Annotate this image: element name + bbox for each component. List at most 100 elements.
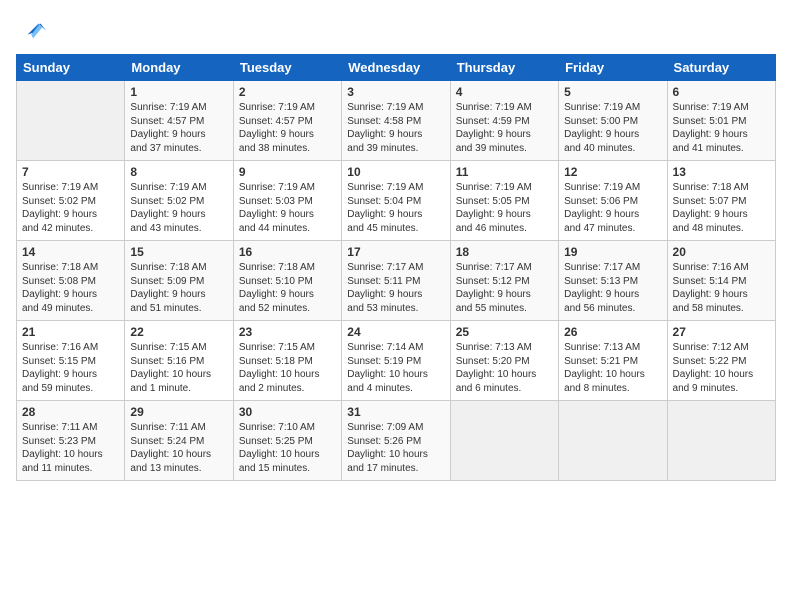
- day-info: Sunrise: 7:19 AM Sunset: 5:01 PM Dayligh…: [673, 101, 770, 155]
- day-number: 19: [564, 245, 661, 259]
- day-cell: 10Sunrise: 7:19 AM Sunset: 5:04 PM Dayli…: [342, 161, 450, 241]
- day-info: Sunrise: 7:10 AM Sunset: 5:25 PM Dayligh…: [239, 421, 336, 475]
- logo-icon: [20, 16, 48, 44]
- page-container: SundayMondayTuesdayWednesdayThursdayFrid…: [0, 0, 792, 489]
- day-number: 6: [673, 85, 770, 99]
- day-number: 8: [130, 165, 227, 179]
- day-cell: 6 Sunrise: 7:19 AM Sunset: 5:01 PM Daylig…: [667, 81, 775, 161]
- day-number: 17: [347, 245, 444, 259]
- day-info: Sunrise: 7:18 AM Sunset: 5:09 PM Dayligh…: [130, 261, 227, 315]
- day-number: 13: [673, 165, 770, 179]
- day-info: Sunrise: 7:18 AM Sunset: 5:10 PM Dayligh…: [239, 261, 336, 315]
- day-info: Sunrise: 7:17 AM Sunset: 5:13 PM Dayligh…: [564, 261, 661, 315]
- day-number: 18: [456, 245, 553, 259]
- day-cell: 5Sunrise: 7:19 AM Sunset: 5:00 PM Daylig…: [559, 81, 667, 161]
- day-info: Sunrise: 7:19 AM Sunset: 4:59 PM Dayligh…: [456, 101, 553, 155]
- day-number: 28: [22, 405, 119, 419]
- day-info: Sunrise: 7:16 AM Sunset: 5:14 PM Dayligh…: [673, 261, 770, 315]
- day-cell: 13Sunrise: 7:18 AM Sunset: 5:07 PM Dayli…: [667, 161, 775, 241]
- header-cell-thursday: Thursday: [450, 55, 558, 81]
- day-info: Sunrise: 7:16 AM Sunset: 5:15 PM Dayligh…: [22, 341, 119, 395]
- day-info: Sunrise: 7:09 AM Sunset: 5:26 PM Dayligh…: [347, 421, 444, 475]
- day-info: Sunrise: 7:13 AM Sunset: 5:21 PM Dayligh…: [564, 341, 661, 395]
- day-info: Sunrise: 7:19 AM Sunset: 4:57 PM Dayligh…: [130, 101, 227, 155]
- header-cell-monday: Monday: [125, 55, 233, 81]
- day-cell: 15 Sunrise: 7:18 AM Sunset: 5:09 PM Dayli…: [125, 241, 233, 321]
- day-cell: 21Sunrise: 7:16 AM Sunset: 5:15 PM Dayli…: [17, 321, 125, 401]
- day-number: 16: [239, 245, 336, 259]
- logo: [16, 16, 48, 44]
- day-number: 11: [456, 165, 553, 179]
- day-info: Sunrise: 7:11 AM Sunset: 5:23 PM Dayligh…: [22, 421, 119, 475]
- header-cell-sunday: Sunday: [17, 55, 125, 81]
- day-cell: 12Sunrise: 7:19 AM Sunset: 5:06 PM Dayli…: [559, 161, 667, 241]
- header: [16, 16, 776, 44]
- day-cell: [450, 401, 558, 481]
- week-row-2: 7 Sunrise: 7:19 AM Sunset: 5:02 PM Daylig…: [17, 161, 776, 241]
- day-info: Sunrise: 7:13 AM Sunset: 5:20 PM Dayligh…: [456, 341, 553, 395]
- day-cell: 28 Sunrise: 7:11 AM Sunset: 5:23 PM Dayli…: [17, 401, 125, 481]
- day-info: Sunrise: 7:12 AM Sunset: 5:22 PM Dayligh…: [673, 341, 770, 395]
- day-number: 3: [347, 85, 444, 99]
- day-info: Sunrise: 7:19 AM Sunset: 4:57 PM Dayligh…: [239, 101, 336, 155]
- day-info: Sunrise: 7:15 AM Sunset: 5:18 PM Dayligh…: [239, 341, 336, 395]
- day-info: Sunrise: 7:19 AM Sunset: 4:58 PM Dayligh…: [347, 101, 444, 155]
- day-info: Sunrise: 7:19 AM Sunset: 5:02 PM Dayligh…: [130, 181, 227, 235]
- week-row-5: 28 Sunrise: 7:11 AM Sunset: 5:23 PM Dayli…: [17, 401, 776, 481]
- day-cell: 20 Sunrise: 7:16 AM Sunset: 5:14 PM Dayli…: [667, 241, 775, 321]
- day-cell: 29 Sunrise: 7:11 AM Sunset: 5:24 PM Dayli…: [125, 401, 233, 481]
- day-number: 20: [673, 245, 770, 259]
- header-cell-wednesday: Wednesday: [342, 55, 450, 81]
- day-info: Sunrise: 7:15 AM Sunset: 5:16 PM Dayligh…: [130, 341, 227, 395]
- day-cell: 22 Sunrise: 7:15 AM Sunset: 5:16 PM Dayli…: [125, 321, 233, 401]
- day-cell: [667, 401, 775, 481]
- day-number: 5: [564, 85, 661, 99]
- day-cell: 30 Sunrise: 7:10 AM Sunset: 5:25 PM Dayli…: [233, 401, 341, 481]
- day-number: 1: [130, 85, 227, 99]
- day-cell: 7 Sunrise: 7:19 AM Sunset: 5:02 PM Daylig…: [17, 161, 125, 241]
- day-info: Sunrise: 7:19 AM Sunset: 5:03 PM Dayligh…: [239, 181, 336, 235]
- week-row-3: 14 Sunrise: 7:18 AM Sunset: 5:08 PM Dayli…: [17, 241, 776, 321]
- day-info: Sunrise: 7:17 AM Sunset: 5:12 PM Dayligh…: [456, 261, 553, 315]
- header-cell-saturday: Saturday: [667, 55, 775, 81]
- calendar-body: 1 Sunrise: 7:19 AM Sunset: 4:57 PM Daylig…: [17, 81, 776, 481]
- day-info: Sunrise: 7:17 AM Sunset: 5:11 PM Dayligh…: [347, 261, 444, 315]
- day-number: 26: [564, 325, 661, 339]
- day-cell: 11Sunrise: 7:19 AM Sunset: 5:05 PM Dayli…: [450, 161, 558, 241]
- day-cell: [559, 401, 667, 481]
- day-number: 22: [130, 325, 227, 339]
- day-number: 30: [239, 405, 336, 419]
- day-cell: 3 Sunrise: 7:19 AM Sunset: 4:58 PM Daylig…: [342, 81, 450, 161]
- day-cell: 25Sunrise: 7:13 AM Sunset: 5:20 PM Dayli…: [450, 321, 558, 401]
- day-number: 27: [673, 325, 770, 339]
- day-number: 29: [130, 405, 227, 419]
- day-number: 12: [564, 165, 661, 179]
- day-number: 9: [239, 165, 336, 179]
- day-number: 23: [239, 325, 336, 339]
- day-cell: 4 Sunrise: 7:19 AM Sunset: 4:59 PM Daylig…: [450, 81, 558, 161]
- day-info: Sunrise: 7:18 AM Sunset: 5:08 PM Dayligh…: [22, 261, 119, 315]
- day-number: 4: [456, 85, 553, 99]
- day-cell: 18 Sunrise: 7:17 AM Sunset: 5:12 PM Dayli…: [450, 241, 558, 321]
- calendar-header: SundayMondayTuesdayWednesdayThursdayFrid…: [17, 55, 776, 81]
- header-cell-tuesday: Tuesday: [233, 55, 341, 81]
- day-cell: 14 Sunrise: 7:18 AM Sunset: 5:08 PM Dayli…: [17, 241, 125, 321]
- day-info: Sunrise: 7:14 AM Sunset: 5:19 PM Dayligh…: [347, 341, 444, 395]
- day-number: 14: [22, 245, 119, 259]
- day-number: 10: [347, 165, 444, 179]
- day-cell: 16 Sunrise: 7:18 AM Sunset: 5:10 PM Dayli…: [233, 241, 341, 321]
- day-cell: 1 Sunrise: 7:19 AM Sunset: 4:57 PM Daylig…: [125, 81, 233, 161]
- header-row: SundayMondayTuesdayWednesdayThursdayFrid…: [17, 55, 776, 81]
- day-cell: 9 Sunrise: 7:19 AM Sunset: 5:03 PM Daylig…: [233, 161, 341, 241]
- day-info: Sunrise: 7:11 AM Sunset: 5:24 PM Dayligh…: [130, 421, 227, 475]
- day-number: 15: [130, 245, 227, 259]
- day-cell: 23 Sunrise: 7:15 AM Sunset: 5:18 PM Dayli…: [233, 321, 341, 401]
- logo-text-block: [16, 16, 48, 44]
- day-number: 31: [347, 405, 444, 419]
- day-number: 7: [22, 165, 119, 179]
- day-cell: 17 Sunrise: 7:17 AM Sunset: 5:11 PM Dayli…: [342, 241, 450, 321]
- day-info: Sunrise: 7:19 AM Sunset: 5:02 PM Dayligh…: [22, 181, 119, 235]
- day-cell: 26 Sunrise: 7:13 AM Sunset: 5:21 PM Dayli…: [559, 321, 667, 401]
- day-cell: 24Sunrise: 7:14 AM Sunset: 5:19 PM Dayli…: [342, 321, 450, 401]
- week-row-1: 1 Sunrise: 7:19 AM Sunset: 4:57 PM Daylig…: [17, 81, 776, 161]
